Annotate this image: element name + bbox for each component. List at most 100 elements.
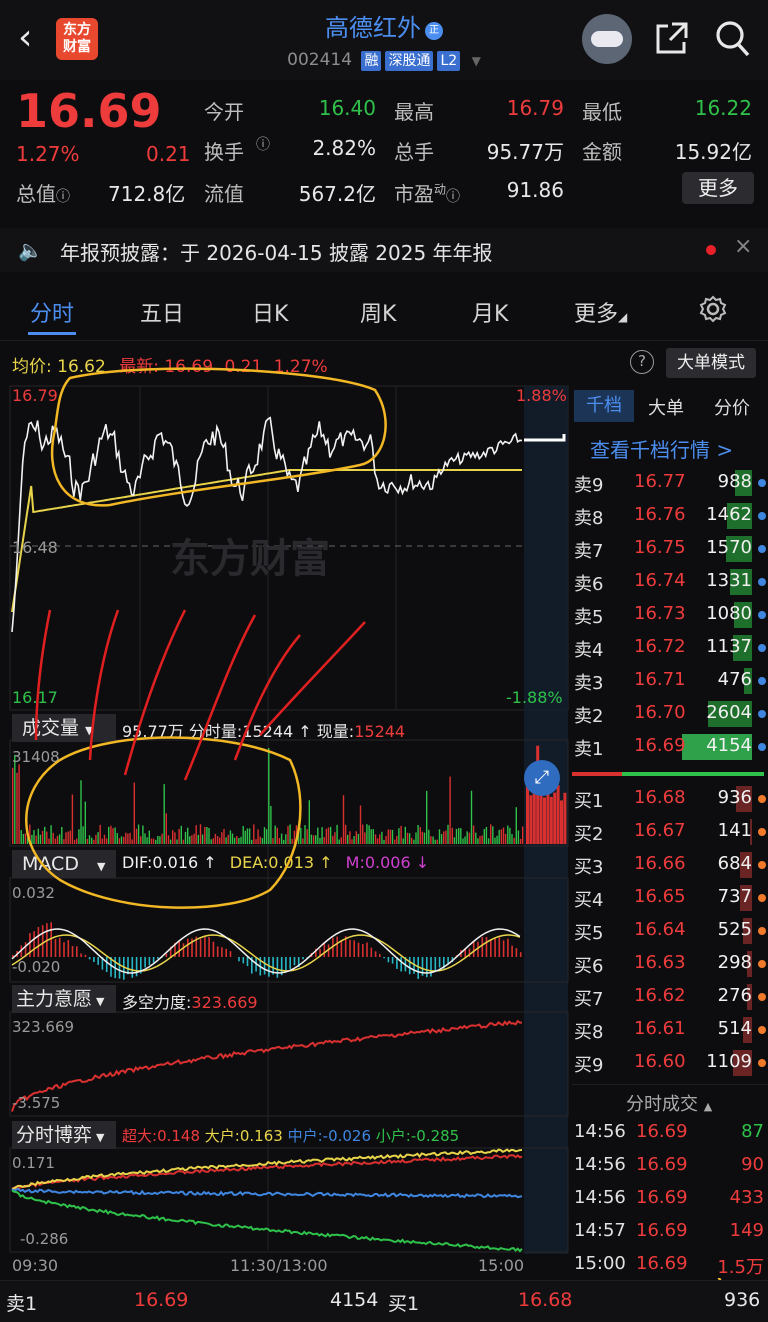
tab-monthly-k[interactable]: 月K [472,296,508,328]
more-button[interactable]: 更多 [682,172,754,204]
notice-bar[interactable]: 🔈 年报预披露：于 2026-04-15 披露 2025 年年报 × [0,228,768,272]
bid-price: 16.64 [634,919,686,940]
bid-row[interactable]: 买6 16.63 298 [572,949,768,979]
level2-tag: L2 [437,51,461,71]
bid-row[interactable]: 买5 16.64 525 [572,916,768,946]
close-icon[interactable]: × [734,234,752,259]
ask-price: 16.77 [634,471,686,492]
order-dot [758,743,766,751]
stock-name-text: 高德红外 [325,14,421,42]
tab-depth[interactable]: 千档 [574,390,634,422]
active-tab-indicator [28,332,76,335]
ask-row[interactable]: 卖7 16.75 1570 [572,534,768,564]
trade-row[interactable]: 14:57 16.69 149 [572,1217,768,1247]
bid-row[interactable]: 买1 16.68 936 [572,784,768,814]
ask-price: 16.74 [634,570,686,591]
ask-volume: 1462 [706,504,752,525]
trade-volume: 87 [741,1121,764,1142]
pe-value: 91.86 [506,178,564,202]
order-dot [758,644,766,652]
bid-volume: 737 [717,886,752,907]
bid-ratio-bar [622,772,764,776]
ask-volume: 988 [717,471,752,492]
order-dot [758,710,766,718]
trade-volume: 149 [729,1220,764,1241]
bid-row[interactable]: 买4 16.65 737 [572,883,768,913]
ask-row[interactable]: 卖9 16.77 988 [572,468,768,498]
order-dot [758,795,766,803]
total-cap-value: 712.8亿 [108,182,186,206]
bid-row[interactable]: 买8 16.61 514 [572,1015,768,1045]
bottom-sell-vol: 4154 [330,1289,379,1311]
change-value: 0.21 [146,142,191,166]
float-cap-label-text: 流值 [204,182,244,206]
bid-level-label: 买2 [574,824,604,845]
tab-price-dist[interactable]: 分价 [714,394,750,420]
trades-title[interactable]: 分时成交 ▲ [626,1090,712,1116]
trade-row[interactable]: 14:56 16.69 90 [572,1151,768,1181]
order-dot [758,960,766,968]
tab-large-orders[interactable]: 大单 [648,394,684,420]
high-value: 16.79 [506,96,564,120]
tab-daily-k[interactable]: 日K [252,296,288,328]
open-value: 16.40 [318,96,376,120]
bid-volume: 141 [717,820,752,841]
float-cap-label: 流值 [204,178,244,207]
red-stroke [183,614,257,781]
trade-price: 16.69 [636,1253,688,1274]
order-dot [758,1026,766,1034]
bid-level-label: 买5 [574,923,604,944]
view-depth-link[interactable]: 查看千档行情 > [590,434,733,463]
ask-level-label: 卖1 [574,739,604,760]
ask-price: 16.72 [634,636,686,657]
ask-row[interactable]: 卖8 16.76 1462 [572,501,768,531]
bid-row[interactable]: 买7 16.62 276 [572,982,768,1012]
trade-row[interactable]: 15:00 16.69 1.5万 [572,1250,768,1280]
ask-volume: 2604 [706,702,752,723]
ask-row[interactable]: 卖2 16.70 2604 [572,699,768,729]
ask-row[interactable]: 卖3 16.71 476 [572,666,768,696]
low-value: 16.22 [694,96,752,120]
connect-tag: 深股通 [385,51,434,71]
tab-weekly-k[interactable]: 周K [360,296,396,328]
bottom-buy-price: 16.68 [518,1289,573,1311]
trade-time: 14:56 [574,1154,626,1175]
tab-more-label: 更多 [574,302,619,327]
order-dot [758,993,766,1001]
margin-tag: 融 [361,51,382,71]
search-icon[interactable] [714,18,752,66]
ask-row[interactable]: 卖1 16.69 4154 [572,732,768,762]
bid-row[interactable]: 买3 16.66 684 [572,850,768,880]
settings-gear-icon[interactable] [698,294,728,328]
change-percent: 1.27% [16,142,80,166]
ask-price: 16.75 [634,537,686,558]
trade-row[interactable]: 14:56 16.69 433 [572,1184,768,1214]
tab-intraday[interactable]: 分时 [30,296,74,328]
bid-volume: 514 [717,1018,752,1039]
assistant-avatar[interactable] [582,14,632,64]
bid-volume: 525 [717,919,752,940]
tab-more[interactable]: 更多◢ [574,296,627,328]
tab-five-day[interactable]: 五日 [140,296,184,328]
bottom-sell-price: 16.69 [134,1289,189,1311]
ask-price: 16.70 [634,702,686,723]
registration-badge: 正 [425,22,443,40]
ask-row[interactable]: 卖6 16.74 1331 [572,567,768,597]
bid-level-label: 买3 [574,857,604,878]
ask-price: 16.71 [634,669,686,690]
red-stroke [259,621,366,736]
ask-row[interactable]: 卖5 16.73 1080 [572,600,768,630]
trade-time: 14:56 [574,1121,626,1142]
dropdown-icon[interactable]: ▼ [472,54,481,68]
bid-level-label: 买9 [574,1055,604,1076]
trade-price: 16.69 [636,1220,688,1241]
ask-row[interactable]: 卖4 16.72 1137 [572,633,768,663]
trade-price: 16.69 [636,1154,688,1175]
speaker-icon: 🔈 [18,238,43,262]
bid-level-label: 买4 [574,890,604,911]
trade-row[interactable]: 14:56 16.69 87 [572,1118,768,1148]
bid-row[interactable]: 买2 16.67 141 [572,817,768,847]
ask-volume: 476 [717,669,752,690]
share-icon[interactable] [652,20,690,66]
bid-row[interactable]: 买9 16.60 1109 [572,1048,768,1078]
